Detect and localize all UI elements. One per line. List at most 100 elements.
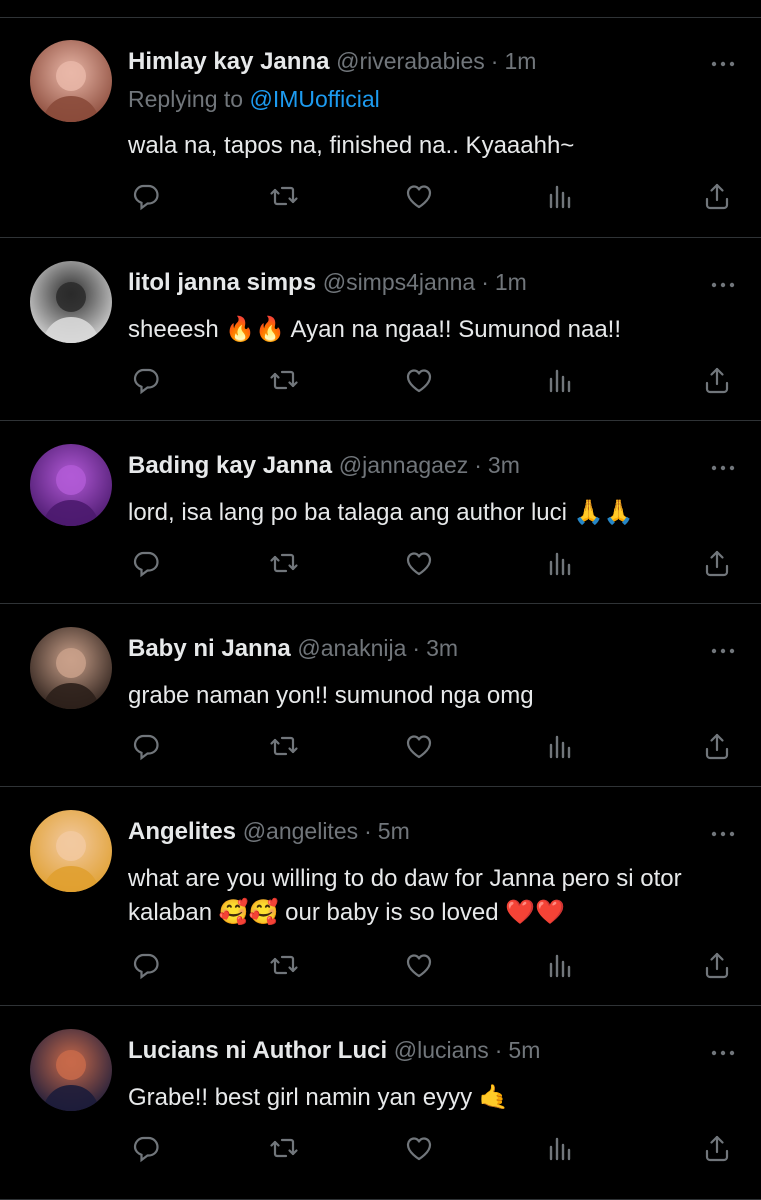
share-icon xyxy=(705,1135,729,1162)
reply-button[interactable] xyxy=(128,545,164,581)
timestamp[interactable]: 5m xyxy=(378,818,410,844)
tweet-header: Baby ni Janna @anaknija · 3m xyxy=(128,631,458,665)
tweet-text: Grabe!! best girl namin yan eyyy 🤙 xyxy=(128,1084,509,1111)
user-handle[interactable]: @lucians xyxy=(394,1037,489,1063)
retweet-button[interactable] xyxy=(266,545,302,581)
tweet-text: lord, isa lang po ba talaga ang author l… xyxy=(128,499,634,526)
tweet[interactable]: litol janna simps @simps4janna · 1m sheeesh… xyxy=(0,239,761,421)
like-icon xyxy=(406,1137,432,1161)
share-button[interactable] xyxy=(699,362,735,398)
separator-dot: · xyxy=(490,48,499,74)
views-button[interactable] xyxy=(542,728,578,764)
user-handle[interactable]: @riverababies xyxy=(336,48,485,74)
share-button[interactable] xyxy=(699,178,735,214)
more-icon[interactable] xyxy=(711,1045,735,1056)
retweet-button[interactable] xyxy=(266,178,302,214)
avatar[interactable] xyxy=(30,1029,112,1111)
mention-link[interactable]: @IMUofficial xyxy=(249,86,379,112)
views-icon xyxy=(549,1137,571,1161)
reply-button[interactable] xyxy=(128,728,164,764)
display-name[interactable]: Baby ni Janna xyxy=(128,635,291,662)
timestamp[interactable]: 1m xyxy=(504,48,536,74)
like-button[interactable] xyxy=(401,545,437,581)
more-icon[interactable] xyxy=(711,277,735,288)
retweet-button[interactable] xyxy=(266,947,302,983)
display-name[interactable]: Lucians ni Author Luci xyxy=(128,1037,387,1064)
reply-button[interactable] xyxy=(128,178,164,214)
views-button[interactable] xyxy=(542,178,578,214)
like-button[interactable] xyxy=(401,947,437,983)
user-handle[interactable]: @jannagaez xyxy=(339,452,469,478)
share-button[interactable] xyxy=(699,728,735,764)
reply-icon xyxy=(133,368,159,395)
reply-button[interactable] xyxy=(128,362,164,398)
tweet-feed: Himlay kay Janna @riverababies · 1m Replyin… xyxy=(0,0,761,1200)
separator-dot: · xyxy=(412,635,421,661)
tweet-actions xyxy=(128,1130,737,1166)
retweet-button[interactable] xyxy=(266,1130,302,1166)
views-button[interactable] xyxy=(542,947,578,983)
retweet-button[interactable] xyxy=(266,362,302,398)
tweet-text: what are you willing to do daw for Janna… xyxy=(128,865,682,926)
views-icon xyxy=(549,735,571,759)
name-spacer xyxy=(332,452,339,479)
tweet[interactable]: Himlay kay Janna @riverababies · 1m Replyin… xyxy=(0,18,761,238)
replying-to: Replying to @IMUofficial xyxy=(128,82,380,116)
share-icon xyxy=(705,367,729,394)
display-name[interactable]: Himlay kay Janna xyxy=(128,48,329,75)
views-button[interactable] xyxy=(542,362,578,398)
avatar[interactable] xyxy=(30,40,112,122)
replying-prefix: Replying to xyxy=(128,86,250,112)
views-button[interactable] xyxy=(542,1130,578,1166)
share-button[interactable] xyxy=(699,947,735,983)
views-button[interactable] xyxy=(542,545,578,581)
more-icon[interactable] xyxy=(711,826,735,837)
like-button[interactable] xyxy=(401,728,437,764)
retweet-icon xyxy=(270,1138,298,1158)
retweet-icon xyxy=(270,553,298,573)
tweet-header: Angelites @angelites · 5m xyxy=(128,814,410,848)
retweet-icon xyxy=(270,186,298,206)
retweet-button[interactable] xyxy=(266,728,302,764)
more-icon[interactable] xyxy=(711,460,735,471)
tweet-actions xyxy=(128,728,737,764)
avatar[interactable] xyxy=(30,261,112,343)
reply-button[interactable] xyxy=(128,947,164,983)
user-handle[interactable]: @simps4janna xyxy=(323,269,475,295)
like-button[interactable] xyxy=(401,1130,437,1166)
tweet[interactable]: Baby ni Janna @anaknija · 3m grabe naman yo… xyxy=(0,605,761,787)
avatar[interactable] xyxy=(30,627,112,709)
avatar[interactable] xyxy=(30,444,112,526)
retweet-icon xyxy=(270,370,298,390)
display-name[interactable]: Angelites xyxy=(128,818,236,845)
reply-button[interactable] xyxy=(128,1130,164,1166)
separator-dot: · xyxy=(481,269,489,295)
more-icon[interactable] xyxy=(711,56,735,67)
more-icon[interactable] xyxy=(711,643,735,654)
user-handle[interactable]: @anaknija xyxy=(297,635,406,661)
avatar[interactable] xyxy=(30,810,112,892)
tweet[interactable]: Lucians ni Author Luci @lucians · 5m Grabe!… xyxy=(0,1007,761,1200)
tweet[interactable]: Angelites @angelites · 5m what are you will… xyxy=(0,788,761,1006)
like-icon xyxy=(406,954,432,978)
share-button[interactable] xyxy=(699,545,735,581)
tweet-header: Lucians ni Author Luci @lucians · 5m xyxy=(128,1033,540,1067)
timestamp[interactable]: 3m xyxy=(488,452,520,478)
views-icon xyxy=(549,369,571,393)
user-handle[interactable]: @angelites xyxy=(243,818,358,844)
tweet-header: litol janna simps @simps4janna · 1m xyxy=(128,265,527,299)
share-button[interactable] xyxy=(699,1130,735,1166)
tweet-text: grabe naman yon!! sumunod nga omg xyxy=(128,682,534,709)
like-button[interactable] xyxy=(401,178,437,214)
timestamp[interactable]: 1m xyxy=(495,269,527,295)
tweet[interactable]: Bading kay Janna @jannagaez · 3m lord, isa … xyxy=(0,422,761,604)
name-spacer xyxy=(316,269,323,296)
separator-dot: · xyxy=(474,452,482,478)
like-button[interactable] xyxy=(401,362,437,398)
tweet-actions xyxy=(128,178,737,214)
display-name[interactable]: litol janna simps xyxy=(128,269,316,296)
display-name[interactable]: Bading kay Janna xyxy=(128,452,332,479)
timestamp[interactable]: 5m xyxy=(508,1037,540,1063)
tweet-actions xyxy=(128,362,737,398)
timestamp[interactable]: 3m xyxy=(426,635,458,661)
